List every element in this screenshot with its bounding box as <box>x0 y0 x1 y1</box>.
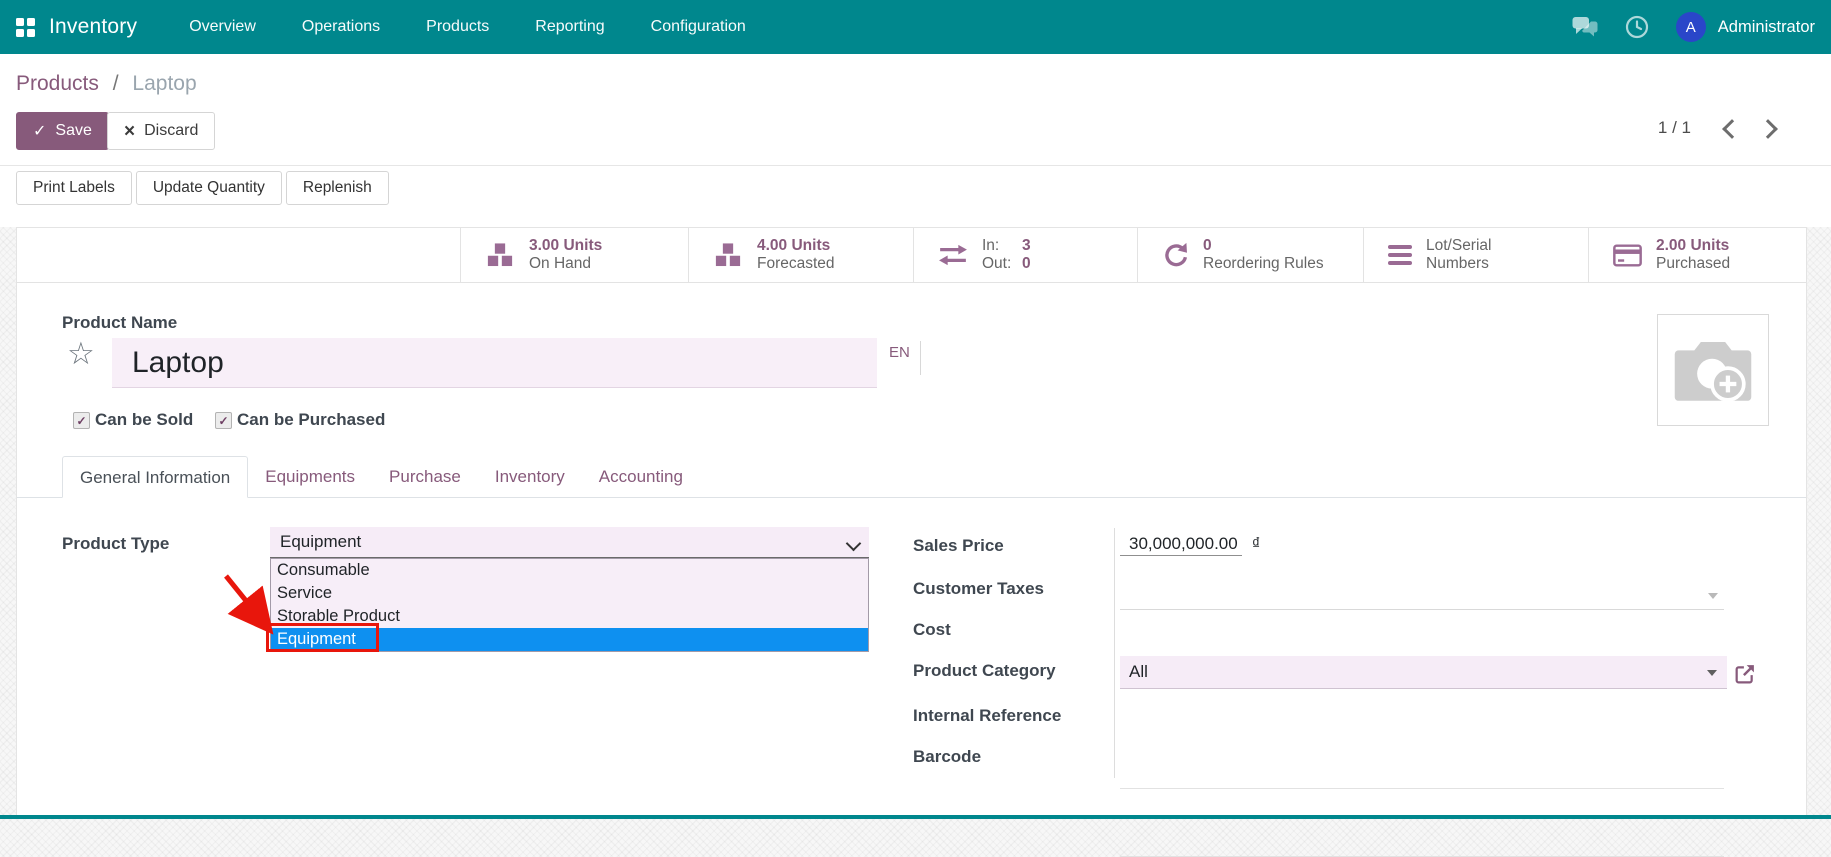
breadcrumb: Products / Laptop <box>16 72 197 96</box>
nav-item-operations[interactable]: Operations <box>302 18 380 36</box>
exchange-icon <box>939 244 967 266</box>
product-form-sheet: 3.00 Units On Hand 4.00 Units Forecasted I… <box>16 227 1807 857</box>
internal-reference-label: Internal Reference <box>913 706 1062 725</box>
camera-plus-icon <box>1674 342 1752 402</box>
product-type-label: Product Type <box>62 534 170 553</box>
notebook-tabs: General Information Equipments Purchase … <box>17 456 1806 498</box>
checkbox-check-icon: ✓ <box>76 413 87 428</box>
cost-label: Cost <box>913 620 951 639</box>
activities-clock-icon[interactable] <box>1624 15 1650 39</box>
stat-on-hand[interactable]: 3.00 Units On Hand <box>460 228 688 282</box>
sales-price-value: 30,000,000.00 <box>1120 534 1242 556</box>
stat-forecasted[interactable]: 4.00 Units Forecasted <box>688 228 913 282</box>
customer-taxes-label: Customer Taxes <box>913 579 1045 598</box>
stat-purchased[interactable]: 2.00 Units Purchased <box>1588 228 1807 282</box>
cubes-icon <box>486 242 514 268</box>
can-be-sold-checkbox[interactable]: ✓ <box>73 412 90 429</box>
product-image-upload[interactable] <box>1657 314 1769 426</box>
pager-previous-icon[interactable] <box>1722 119 1742 139</box>
messages-icon[interactable] <box>1572 15 1598 39</box>
user-menu[interactable]: Administrator <box>1718 18 1815 37</box>
favorite-star-icon[interactable]: ☆ <box>67 338 95 369</box>
chevron-down-icon <box>845 535 862 552</box>
tab-general-information[interactable]: General Information <box>62 456 249 498</box>
discard-button[interactable]: × Discard <box>107 112 216 150</box>
pager-counter: 1 / 1 <box>1657 118 1691 137</box>
nav-item-reporting[interactable]: Reporting <box>535 18 604 36</box>
tab-purchase[interactable]: Purchase <box>372 456 478 497</box>
option-equipment[interactable]: Equipment <box>271 628 868 651</box>
cubes-icon <box>714 242 742 268</box>
tab-inventory[interactable]: Inventory <box>478 456 582 497</box>
sales-price-label: Sales Price <box>913 536 1004 555</box>
checkbox-check-icon: ✓ <box>218 413 229 428</box>
action-buttons: Print Labels Update Quantity Replenish <box>16 171 389 205</box>
print-labels-button[interactable]: Print Labels <box>16 171 132 205</box>
product-category-field[interactable]: All <box>1120 656 1727 689</box>
external-link-icon[interactable] <box>1735 664 1755 684</box>
nav-item-overview[interactable]: Overview <box>189 18 256 36</box>
card-icon <box>1613 243 1642 267</box>
caret-down-icon[interactable] <box>1708 593 1718 599</box>
refresh-icon <box>1165 242 1188 266</box>
breadcrumb-products-link[interactable]: Products <box>16 72 99 95</box>
product-name-input[interactable] <box>112 338 877 388</box>
option-consumable[interactable]: Consumable <box>271 559 868 582</box>
column-divider <box>1114 528 1115 778</box>
product-category-label: Product Category <box>913 661 1056 680</box>
user-avatar[interactable]: A <box>1675 12 1706 42</box>
stat-in-out-moves[interactable]: In: 3 Out: 0 <box>913 228 1137 282</box>
barcode-label: Barcode <box>913 747 982 766</box>
top-navbar: Inventory Overview Operations Products R… <box>0 0 1831 54</box>
product-type-dropdown: Consumable Service Storable Product Equi… <box>270 558 869 652</box>
nav-item-products[interactable]: Products <box>426 18 489 36</box>
product-type-select[interactable]: Equipment <box>270 527 869 558</box>
replenish-button[interactable]: Replenish <box>285 171 389 205</box>
control-panel: Products / Laptop ✓ Save × Discard 1 / 1… <box>0 54 1831 227</box>
customer-taxes-field[interactable] <box>1120 583 1724 610</box>
divider <box>0 165 1831 166</box>
apps-menu-icon[interactable] <box>16 17 35 37</box>
internal-reference-field[interactable] <box>1120 762 1724 789</box>
can-be-purchased-checkbox[interactable]: ✓ <box>215 412 232 429</box>
app-name[interactable]: Inventory <box>49 15 137 39</box>
top-menu: Overview Operations Products Reporting C… <box>189 18 746 36</box>
sales-price-field[interactable]: 30,000,000.00 ₫ <box>1120 534 1724 556</box>
can-be-purchased-label: Can be Purchased <box>237 410 386 429</box>
pager-next-icon[interactable] <box>1758 119 1778 139</box>
tab-accounting[interactable]: Accounting <box>582 456 700 497</box>
save-button[interactable]: ✓ Save <box>16 112 109 150</box>
barcode-field[interactable] <box>1120 830 1724 857</box>
breadcrumb-separator: / <box>112 72 119 95</box>
close-icon: × <box>124 120 136 142</box>
list-icon <box>1388 245 1412 265</box>
option-storable-product[interactable]: Storable Product <box>271 605 868 628</box>
check-icon: ✓ <box>33 123 47 140</box>
update-quantity-button[interactable]: Update Quantity <box>135 171 282 205</box>
currency-symbol: ₫ <box>1251 534 1261 553</box>
product-name-label: Product Name <box>62 313 178 332</box>
stat-button-row: 3.00 Units On Hand 4.00 Units Forecasted I… <box>17 228 1807 283</box>
can-be-sold-label: Can be Sold <box>95 410 194 429</box>
bottom-accent-bar <box>0 815 1831 819</box>
tab-equipments[interactable]: Equipments <box>248 456 372 497</box>
nav-item-configuration[interactable]: Configuration <box>651 18 746 36</box>
stat-lot-serial-numbers[interactable]: Lot/Serial Numbers <box>1363 228 1588 282</box>
breadcrumb-current: Laptop <box>132 72 197 95</box>
option-service[interactable]: Service <box>271 582 868 605</box>
stat-reordering-rules[interactable]: 0 Reordering Rules <box>1137 228 1363 282</box>
translation-language-badge[interactable]: EN <box>885 341 921 375</box>
product-category-value: All <box>1129 662 1148 681</box>
caret-down-icon[interactable] <box>1707 670 1717 676</box>
